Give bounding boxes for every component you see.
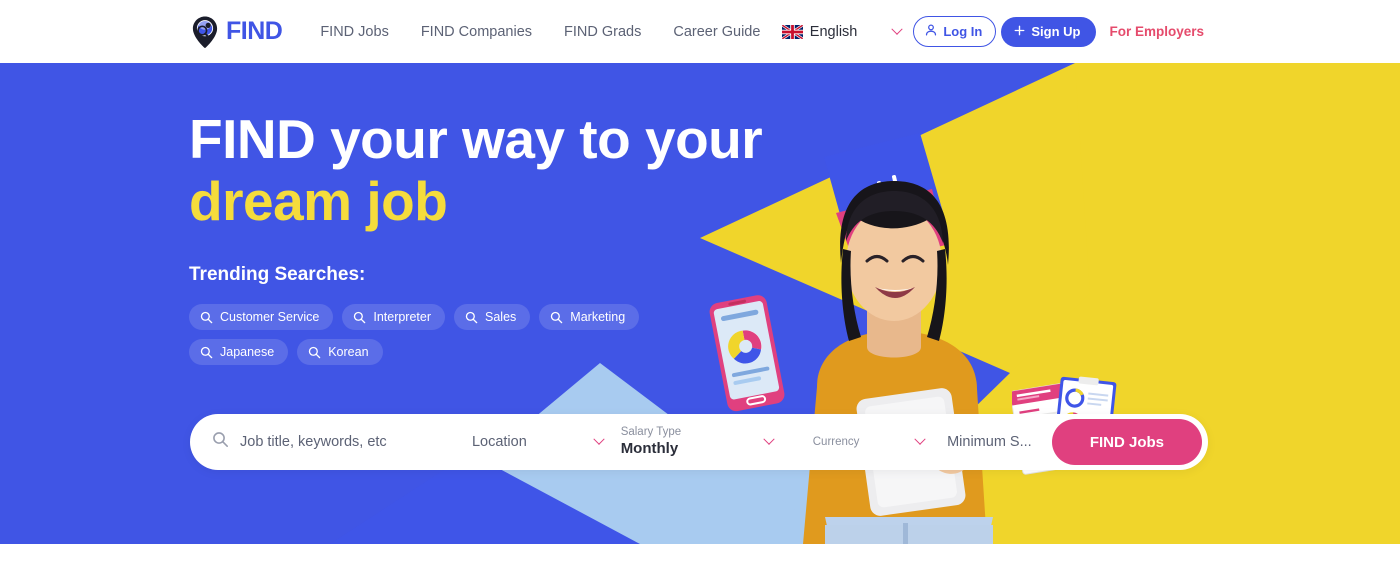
hero-headline: FIND your way to your dream job [189, 108, 809, 232]
find-jobs-submit-button[interactable]: FIND Jobs [1051, 419, 1203, 465]
plus-icon [1013, 24, 1026, 40]
nav-find-grads[interactable]: FIND Grads [548, 18, 657, 46]
trending-chip-sales[interactable]: Sales [454, 304, 531, 331]
currency-label: Currency [812, 435, 860, 448]
search-icon [212, 431, 229, 453]
sign-up-label: Sign Up [1031, 24, 1081, 39]
logo-home-link[interactable]: FIND [189, 15, 283, 49]
site-header: FIND FIND Jobs FIND Companies FIND Grads… [0, 0, 1400, 63]
nav-career-guide[interactable]: Career Guide [657, 18, 776, 46]
language-label: English [809, 23, 858, 40]
search-icon [308, 346, 321, 359]
trending-chip-customer-service[interactable]: Customer Service [189, 304, 334, 331]
trending-chip-label: Marketing [570, 310, 626, 325]
nav-find-jobs[interactable]: FIND Jobs [304, 18, 405, 46]
log-in-label: Log In [943, 24, 983, 39]
chevron-down-icon[interactable] [914, 433, 930, 446]
search-input[interactable] [240, 434, 438, 450]
chevron-down-icon[interactable] [593, 433, 609, 446]
chevron-down-icon[interactable] [891, 23, 904, 35]
trending-chip-label: Japanese [220, 345, 275, 360]
headline-line-1: FIND your way to your [189, 108, 763, 170]
trending-chip-korean[interactable]: Korean [297, 339, 383, 366]
salary-type-value: Monthly [620, 439, 679, 457]
for-employers-link[interactable]: For Employers [1109, 24, 1204, 39]
page-body-below-hero [0, 544, 1400, 571]
nav-find-companies[interactable]: FIND Companies [405, 18, 548, 46]
minimum-salary-field[interactable]: Minimum S... [930, 414, 1052, 470]
sign-up-button[interactable]: Sign Up [1001, 16, 1097, 47]
location-field[interactable]: Location [438, 414, 609, 470]
trending-chip-label: Customer Service [220, 310, 320, 325]
location-placeholder: Location [471, 434, 527, 450]
trending-chip-label: Sales [485, 310, 517, 325]
chevron-down-icon[interactable] [763, 433, 779, 446]
currency-field[interactable]: Currency [779, 414, 930, 470]
hero-content: FIND your way to your dream job Trending… [0, 63, 1400, 366]
search-icon [353, 311, 366, 324]
job-search-bar: Location Salary Type Monthly Currency Mi… [190, 414, 1208, 470]
trending-chip-japanese[interactable]: Japanese [189, 339, 289, 366]
trending-chip-label: Interpreter [373, 310, 432, 325]
trending-chip-marketing[interactable]: Marketing [539, 304, 640, 331]
trending-searches-title: Trending Searches: [189, 264, 366, 286]
hero-section: FIND your way to your dream job Trending… [0, 63, 1400, 544]
header-actions: English Log In Sign Up For Employers [781, 16, 1204, 47]
salary-type-field[interactable]: Salary Type Monthly [609, 414, 779, 470]
brand-name: FIND [226, 17, 283, 45]
uk-flag-icon [781, 24, 803, 39]
trending-searches-list: Customer Service Interpreter Sales Marke… [189, 304, 729, 366]
trending-chip-interpreter[interactable]: Interpreter [342, 304, 446, 331]
search-icon [200, 346, 213, 359]
headline-line-2: dream job [189, 169, 448, 232]
language-selector[interactable]: English [781, 23, 906, 40]
location-pin-search-icon [189, 15, 221, 49]
search-icon [200, 311, 213, 324]
search-icon [465, 311, 478, 324]
keyword-search-field[interactable] [190, 431, 438, 453]
salary-type-label: Salary Type [620, 426, 682, 439]
trending-chip-label: Korean [328, 345, 369, 360]
log-in-button[interactable]: Log In [913, 16, 997, 47]
primary-nav: FIND Jobs FIND Companies FIND Grads Care… [304, 18, 776, 46]
search-icon [550, 311, 563, 324]
user-icon [924, 23, 938, 40]
minimum-salary-placeholder: Minimum S... [947, 434, 1032, 450]
